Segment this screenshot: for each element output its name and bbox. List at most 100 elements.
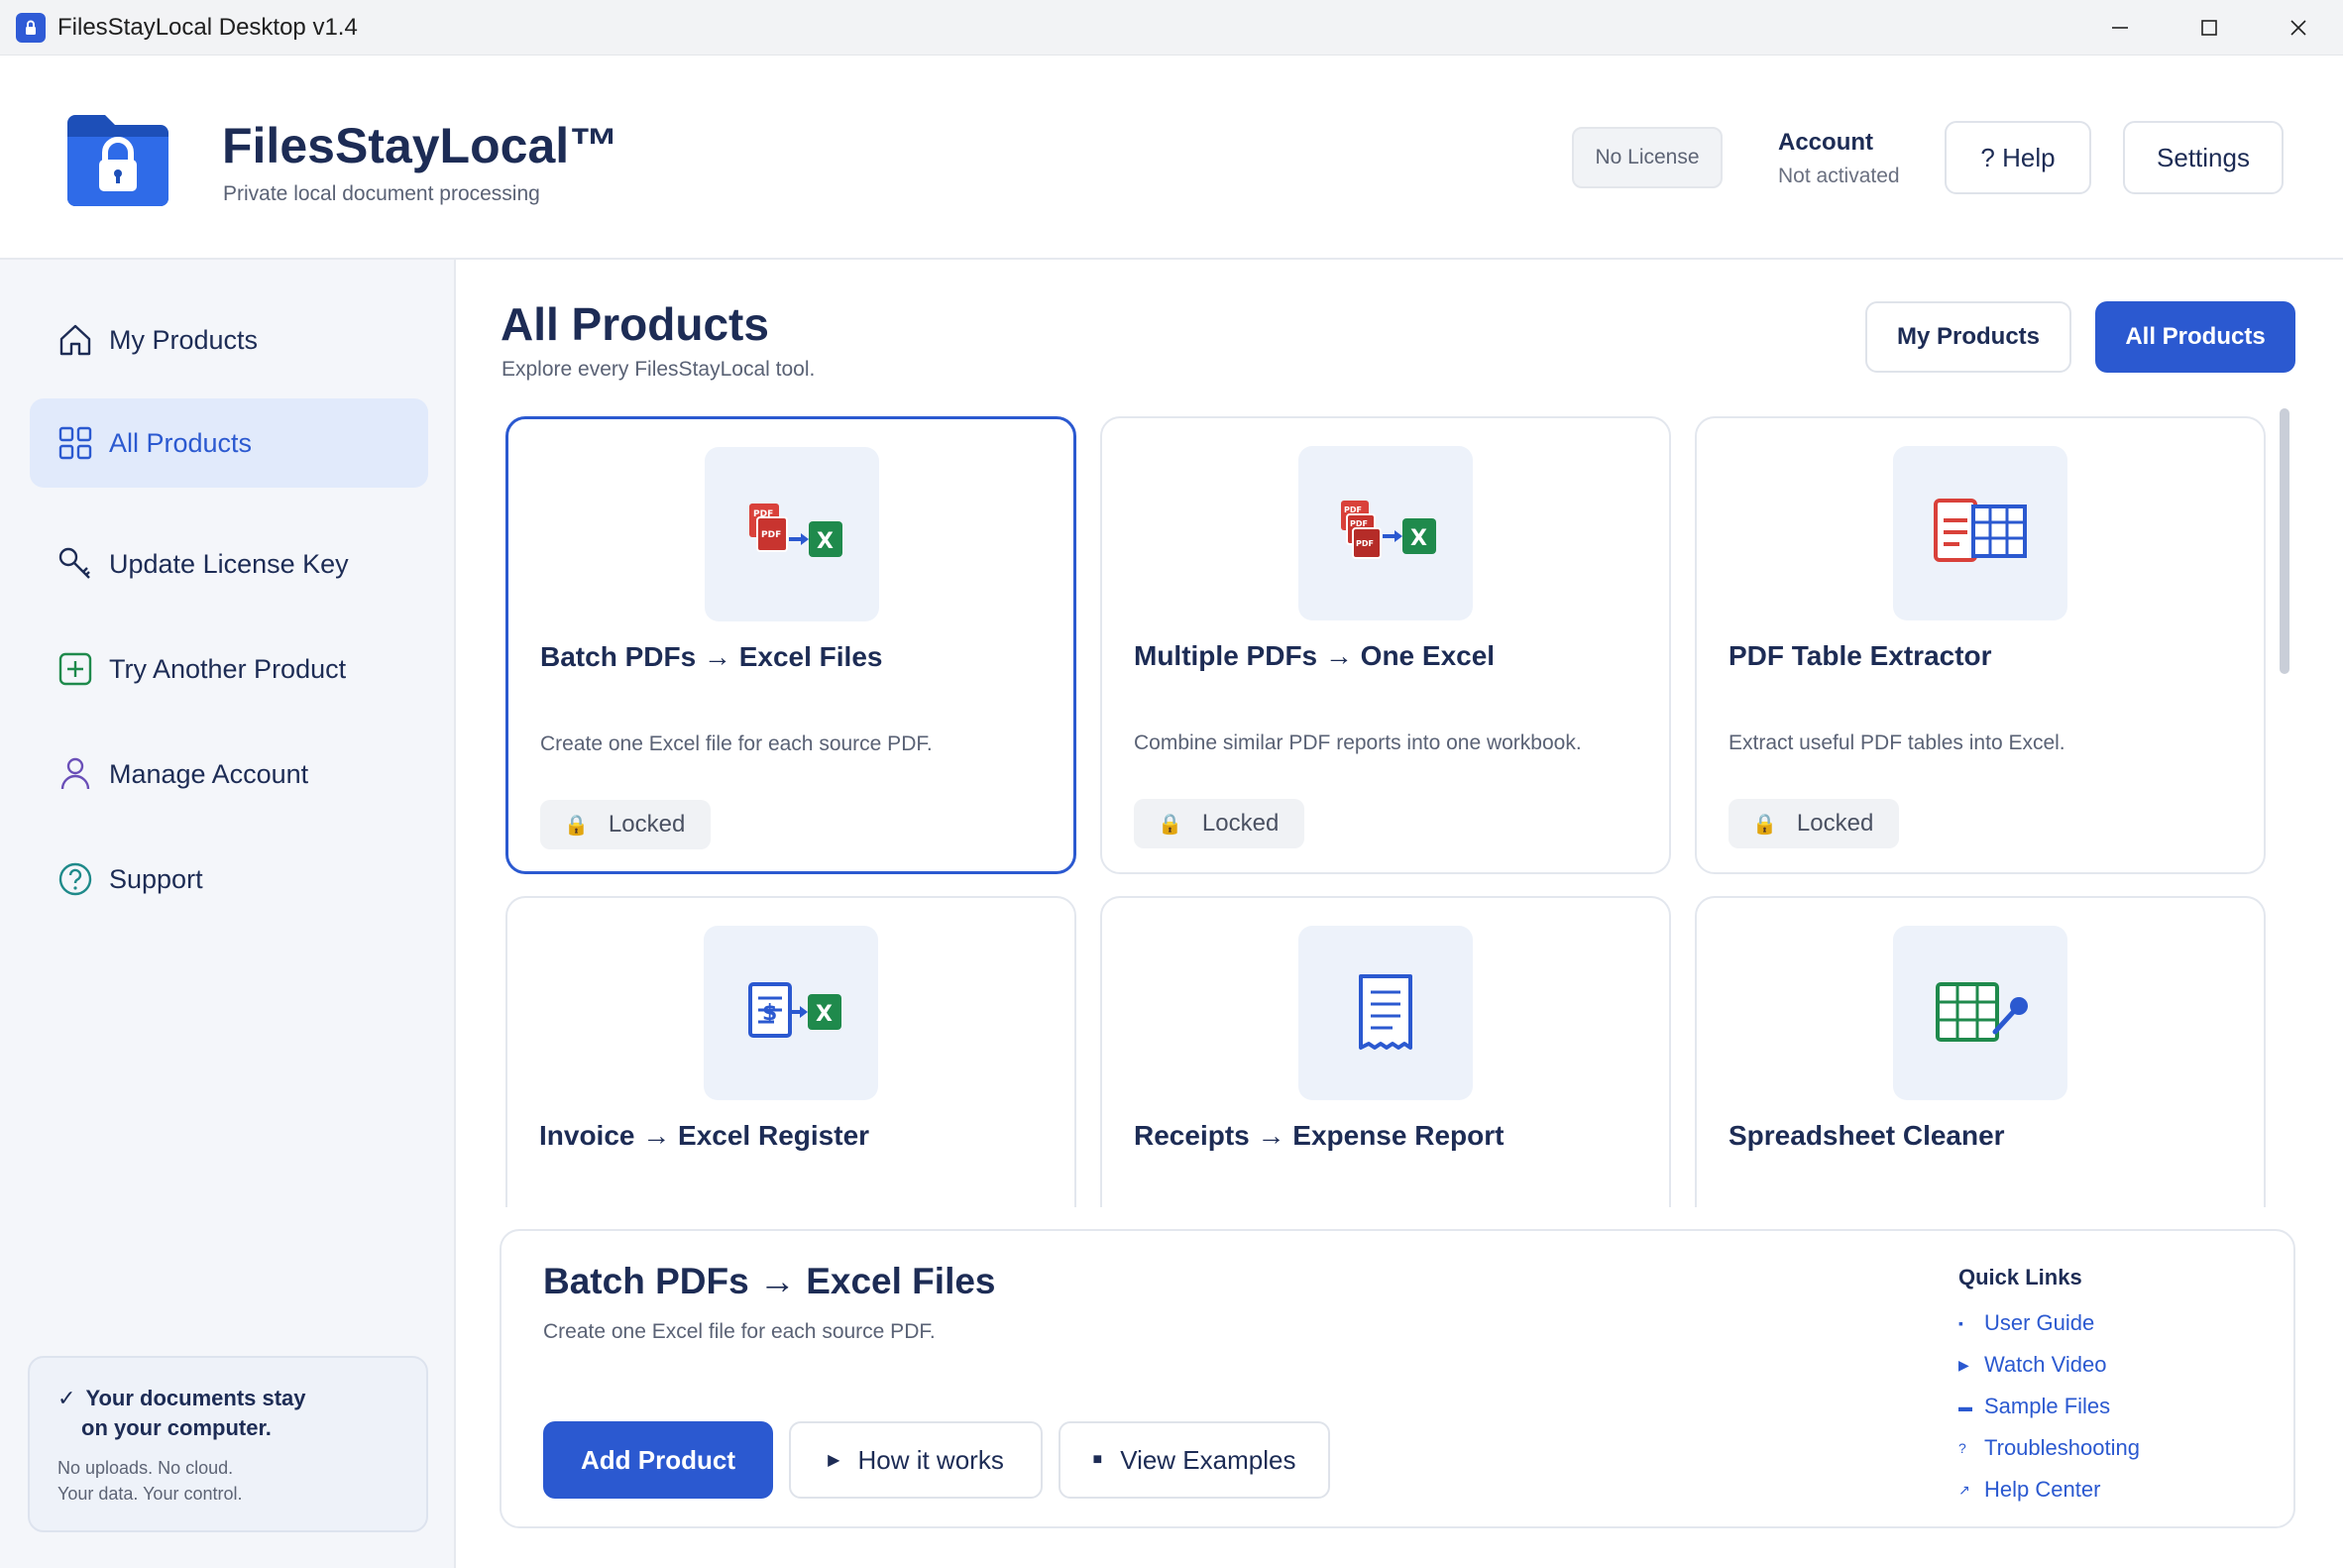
question-icon: ?	[1958, 1440, 1966, 1456]
locked-badge: 🔒 Locked	[1134, 799, 1304, 848]
brand-tagline: Private local document processing	[223, 182, 540, 205]
product-detail-panel: Batch PDFs → Excel Files Create one Exce…	[500, 1229, 2295, 1528]
folder-lock-logo-icon	[67, 115, 168, 206]
app-lock-icon	[16, 12, 46, 43]
svg-text:PDF: PDF	[1350, 519, 1368, 528]
sidebar-item-label: Try Another Product	[109, 653, 347, 684]
quick-link-watch-video[interactable]: ▶ Watch Video	[1958, 1344, 2140, 1386]
locked-badge: 🔒 Locked	[1729, 799, 1899, 848]
detail-desc: Create one Excel file for each source PD…	[543, 1320, 936, 1343]
locked-badge: 🔒 Locked	[540, 800, 711, 849]
invoice-to-excel-icon: $ X	[748, 982, 841, 1038]
account-status: Not activated	[1778, 165, 1900, 187]
sidebar-item-support[interactable]: Support	[30, 835, 428, 924]
product-card-pdf-table-extractor[interactable]: PDF Table Extractor Extract useful PDF t…	[1695, 416, 2266, 874]
spreadsheet-clean-icon	[1936, 982, 2028, 1042]
product-title: Invoice → Excel Register	[539, 1120, 870, 1151]
file-icon: ▬	[1958, 1399, 1972, 1414]
my-products-toggle[interactable]: My Products	[1865, 301, 2071, 373]
grid-icon	[58, 426, 92, 460]
quick-link-sample-files[interactable]: ▬ Sample Files	[1958, 1386, 2140, 1427]
svg-text:PDF: PDF	[753, 509, 773, 519]
product-desc: Extract useful PDF tables into Excel.	[1729, 731, 2065, 754]
play-icon: ▶	[1958, 1356, 1969, 1373]
product-desc: Combine similar PDF reports into one wor…	[1134, 731, 1582, 754]
svg-text:X: X	[816, 1002, 833, 1027]
page-title: All Products	[501, 298, 769, 350]
plus-square-icon	[58, 652, 92, 686]
quick-link-help-center[interactable]: ↗ Help Center	[1958, 1469, 2140, 1511]
check-icon: ✓	[57, 1386, 76, 1410]
maximize-button[interactable]	[2165, 0, 2254, 56]
sidebar-item-all-products[interactable]: All Products	[30, 398, 428, 488]
sidebar-item-label: All Products	[109, 427, 253, 458]
quick-links: Quick Links ▪ User Guide ▶ Watch Video ▬ Sa…	[1958, 1265, 2140, 1511]
svg-text:$: $	[762, 1001, 777, 1026]
padlock-icon: 🔒	[564, 814, 589, 837]
brand-name: FilesStayLocal™	[222, 118, 619, 173]
key-icon	[58, 547, 90, 579]
product-card-spreadsheet-cleaner[interactable]: Spreadsheet Cleaner	[1695, 896, 2266, 1207]
product-card-multiple-pdfs[interactable]: PDF PDF PDF X Multiple PDFs → One Excel …	[1100, 416, 1671, 874]
account-label: Account	[1778, 129, 1873, 156]
detail-title: Batch PDFs → Excel Files	[543, 1261, 996, 1301]
pdf-to-excel-icon: PDF PDF X	[749, 504, 842, 557]
product-title: PDF Table Extractor	[1729, 640, 1992, 671]
sidebar-item-try-another-product[interactable]: Try Another Product	[30, 624, 428, 714]
window-titlebar: FilesStayLocal Desktop v1.4	[0, 0, 2343, 56]
view-examples-button[interactable]: ■ View Examples	[1059, 1421, 1330, 1499]
grid-scrollbar[interactable]	[2280, 408, 2289, 674]
quick-link-user-guide[interactable]: ▪ User Guide	[1958, 1302, 2140, 1344]
sidebar-item-manage-account[interactable]: Manage Account	[30, 729, 428, 819]
close-button[interactable]	[2254, 0, 2343, 56]
product-title: Spreadsheet Cleaner	[1729, 1120, 2005, 1151]
sidebar-item-label: Support	[109, 863, 203, 894]
product-grid: PDF PDF X Batch PDFs → Excel Files Creat…	[496, 404, 2284, 1207]
add-product-button[interactable]: Add Product	[543, 1421, 773, 1499]
padlock-icon: 🔒	[1158, 813, 1182, 836]
quick-links-title: Quick Links	[1958, 1265, 2082, 1289]
product-card-receipts-expense[interactable]: Receipts → Expense Report	[1100, 896, 1671, 1207]
home-icon	[59, 324, 91, 356]
svg-text:X: X	[817, 529, 834, 554]
close-icon	[2290, 20, 2306, 36]
multi-pdf-to-excel-icon: PDF PDF PDF X	[1341, 501, 1436, 559]
product-title: Batch PDFs → Excel Files	[540, 641, 883, 672]
book-icon: ▪	[1958, 1315, 1963, 1331]
padlock-icon: 🔒	[1752, 813, 1777, 836]
product-card-invoice-excel[interactable]: $ X Invoice → Excel Register	[505, 896, 1076, 1207]
sidebar-item-my-products[interactable]: My Products	[30, 295, 428, 385]
page-subtitle: Explore every FilesStayLocal tool.	[502, 358, 816, 381]
privacy-notice: ✓ Your documents stay on your computer. N…	[28, 1356, 428, 1532]
product-card-batch-pdfs[interactable]: PDF PDF X Batch PDFs → Excel Files Creat…	[505, 416, 1076, 874]
svg-text:PDF: PDF	[1344, 505, 1362, 514]
all-products-toggle[interactable]: All Products	[2095, 301, 2295, 373]
sidebar-item-update-license-key[interactable]: Update License Key	[30, 519, 428, 609]
how-it-works-button[interactable]: ▶ How it works	[789, 1421, 1043, 1499]
privacy-title: ✓ Your documents stay on your computer.	[57, 1386, 306, 1440]
square-icon: ■	[1092, 1451, 1103, 1468]
sidebar-item-label: Update License Key	[109, 548, 349, 579]
svg-text:X: X	[1410, 526, 1427, 551]
external-link-icon: ↗	[1958, 1481, 1970, 1498]
product-desc: Create one Excel file for each source PD…	[540, 732, 933, 755]
quick-link-troubleshooting[interactable]: ? Troubleshooting	[1958, 1427, 2140, 1469]
privacy-subtext: No uploads. No cloud. Your data. Your co…	[57, 1458, 243, 1504]
window-title: FilesStayLocal Desktop v1.4	[57, 13, 358, 41]
maximize-icon	[2201, 20, 2217, 36]
license-status-badge: No License	[1572, 127, 1723, 188]
settings-button[interactable]: Settings	[2123, 121, 2284, 194]
sidebar: My Products All Products Update License …	[0, 260, 456, 1568]
help-button[interactable]: ? Help	[1945, 121, 2091, 194]
svg-text:PDF: PDF	[1356, 539, 1374, 548]
minimize-button[interactable]	[2075, 0, 2165, 56]
product-title: Receipts → Expense Report	[1134, 1120, 1505, 1151]
receipt-icon	[1359, 974, 1412, 1050]
product-title: Multiple PDFs → One Excel	[1134, 640, 1496, 671]
svg-text:PDF: PDF	[761, 530, 781, 540]
sidebar-item-label: Manage Account	[109, 758, 309, 789]
minimize-icon	[2112, 27, 2128, 29]
app-header: FilesStayLocal™ Private local document p…	[0, 56, 2343, 260]
play-icon: ▶	[828, 1452, 840, 1469]
user-icon	[60, 757, 90, 790]
